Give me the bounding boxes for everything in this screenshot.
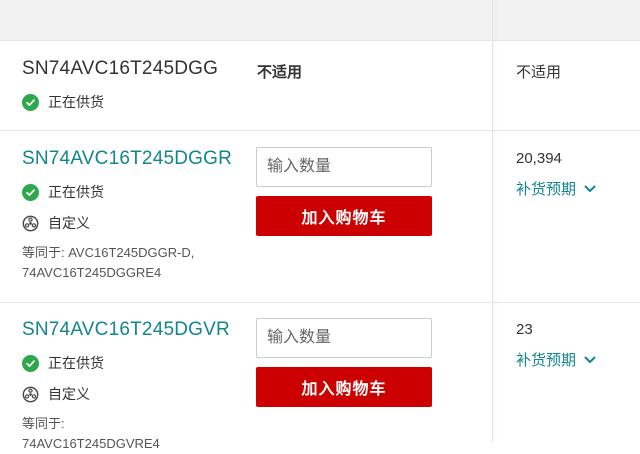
add-to-cart-button[interactable]: 加入购物车 — [256, 367, 432, 407]
status-label: 正在供货 — [48, 184, 104, 200]
check-circle-icon — [22, 183, 39, 201]
stock-count: 20,394 — [516, 150, 562, 167]
table-header — [0, 0, 640, 41]
buy-not-applicable: 不适用 — [257, 64, 303, 81]
check-circle-icon — [22, 93, 39, 111]
custom-reel-option: 自定义 — [22, 384, 90, 404]
part-number-link[interactable]: SN74AVC16T245DGVR — [22, 319, 230, 341]
reel-icon — [22, 386, 39, 402]
status-in-production: 正在供货 — [22, 182, 104, 202]
column-divider — [492, 0, 493, 442]
restock-label: 补货预期 — [516, 352, 577, 369]
equivalent-parts: 等同于: AVC16T245DGGR-D, 74AVC16T245DGGRE4 — [22, 243, 194, 283]
chevron-down-icon — [584, 185, 596, 192]
part-number-link[interactable]: SN74AVC16T245DGGR — [22, 148, 232, 170]
equivalent-line: 等同于: — [22, 416, 65, 431]
row-divider — [0, 302, 640, 303]
custom-reel-option: 自定义 — [22, 213, 90, 233]
part-number: SN74AVC16T245DGG — [22, 58, 219, 79]
stock-not-applicable: 不适用 — [516, 64, 562, 81]
stock-count: 23 — [516, 321, 533, 338]
equivalent-line: 等同于: AVC16T245DGGR-D, — [22, 245, 195, 260]
quantity-input[interactable] — [256, 147, 432, 187]
custom-label: 自定义 — [48, 215, 90, 231]
restock-expected-toggle[interactable]: 补货预期 — [516, 349, 596, 370]
reel-icon — [22, 215, 39, 231]
chevron-down-icon — [584, 356, 596, 363]
equivalent-parts: 等同于: 74AVC16T245DGVRE4 — [22, 414, 160, 454]
status-label: 正在供货 — [48, 355, 104, 371]
check-circle-icon — [22, 354, 39, 372]
status-label: 正在供货 — [48, 94, 104, 110]
quantity-input[interactable] — [256, 318, 432, 358]
equivalent-line: 74AVC16T245DGVRE4 — [22, 436, 160, 451]
restock-expected-toggle[interactable]: 补货预期 — [516, 178, 596, 199]
status-in-production: 正在供货 — [22, 92, 104, 112]
custom-label: 自定义 — [48, 386, 90, 402]
equivalent-line: 74AVC16T245DGGRE4 — [22, 265, 162, 280]
row-divider — [0, 130, 640, 131]
status-in-production: 正在供货 — [22, 353, 104, 373]
add-to-cart-button[interactable]: 加入购物车 — [256, 196, 432, 236]
restock-label: 补货预期 — [516, 181, 577, 198]
